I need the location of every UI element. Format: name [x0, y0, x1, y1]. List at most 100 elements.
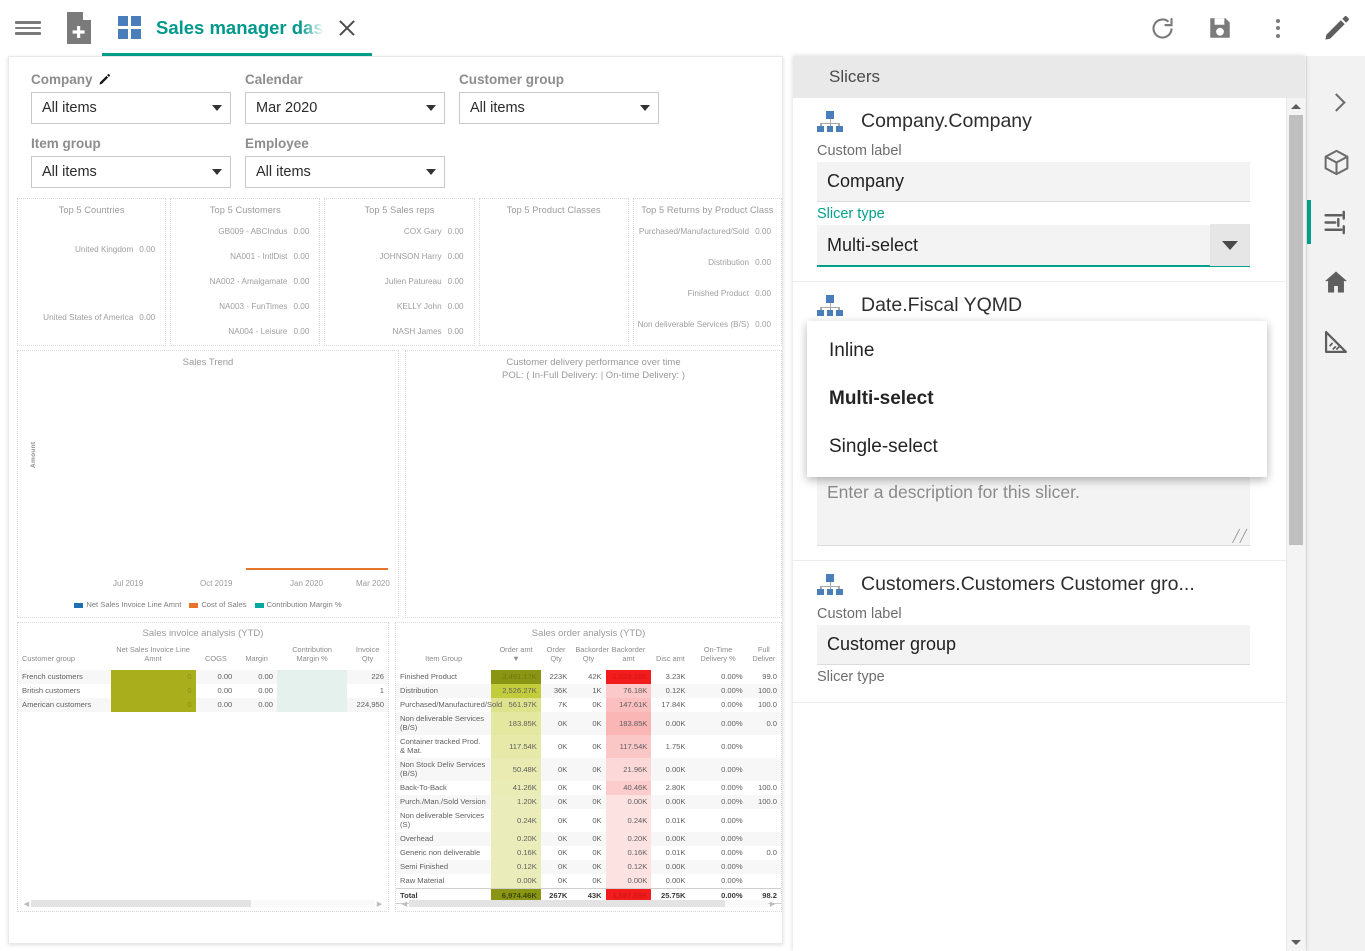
scroll-right-arrow[interactable]: ▶ [768, 900, 777, 908]
table-row[interactable]: American customers 0 0.00 0.00 224,950 [18, 698, 388, 712]
dropdown-option-multi-select[interactable]: Multi-select [807, 375, 1267, 423]
column-header[interactable]: Disc amt [651, 643, 689, 670]
scroll-track[interactable] [409, 900, 768, 907]
table-row[interactable]: Raw Material0.00K0K0K0.00K0.00K0.00% [396, 874, 781, 889]
scroll-down-arrow[interactable] [1287, 934, 1305, 951]
column-header[interactable]: Invoice Qty [347, 643, 388, 670]
table-row[interactable]: Container tracked Prod. & Mat.117.54K0K0… [396, 735, 781, 758]
column-header[interactable]: Item Group [396, 643, 491, 670]
table-sales-invoice-analysis[interactable]: Sales invoice analysis (YTD) Customer gr… [17, 622, 389, 912]
column-header[interactable]: Margin [236, 643, 277, 670]
rail-item-home[interactable] [1307, 252, 1365, 312]
rail-item-cube[interactable] [1307, 132, 1365, 192]
table-row[interactable]: Semi Finished0.12K0K0K0.12K0.00K0.00% [396, 860, 781, 874]
column-header[interactable]: Backorder Qty [571, 643, 605, 670]
scroll-left-arrow[interactable]: ◀ [22, 900, 31, 908]
widget-top-sales-reps[interactable]: Top 5 Sales reps COX Gary0.00 JOHNSON Ha… [324, 198, 474, 346]
filter-calendar-select[interactable]: Mar 2020 [245, 92, 445, 124]
table-row[interactable]: Non Stock Deliv Services (B/S)50.48K0K0K… [396, 758, 781, 781]
description-textarea[interactable]: Enter a description for this slicer. ╱╱ [817, 474, 1250, 546]
column-header[interactable]: Full Deliver [747, 643, 781, 670]
filter-company-select[interactable]: All items [31, 92, 231, 124]
horizontal-scrollbar[interactable]: ◀ ▶ [22, 899, 384, 908]
custom-label-input[interactable]: Company [817, 162, 1250, 202]
dropdown-toggle-button[interactable] [1210, 224, 1250, 266]
table-row[interactable]: British customers 0 0.00 0.00 1 [18, 684, 388, 698]
scroll-up-arrow[interactable] [1287, 98, 1305, 115]
pencil-icon[interactable] [98, 73, 111, 86]
table-sales-order-analysis[interactable]: Sales order analysis (YTD) Item Group Or… [395, 622, 782, 912]
rail-item-design[interactable] [1307, 312, 1365, 372]
filter-customer-group-select[interactable]: All items [459, 92, 659, 124]
chart-customer-delivery-performance[interactable]: Customer delivery performance over time … [405, 350, 782, 618]
column-header[interactable]: Net Sales Invoice Line Amnt [111, 643, 196, 670]
tab-close-icon[interactable] [336, 17, 358, 39]
expand-panel-button[interactable] [1307, 72, 1365, 132]
panel-vertical-scrollbar[interactable] [1286, 98, 1305, 951]
table-row[interactable]: Non deliverable Services (B/S)183.85K0K0… [396, 712, 781, 735]
filter-item-group: Item group All items [31, 135, 231, 188]
refresh-button[interactable] [1133, 0, 1191, 56]
table-row[interactable]: Finished Product3,491.17K223K42K1,029.28… [396, 670, 781, 684]
column-header[interactable]: On-Time Delivery % [689, 643, 746, 670]
slicer-company[interactable]: Company.Company Custom label Company Sli… [793, 98, 1286, 282]
widget-top-countries[interactable]: Top 5 Countries United Kingdom0.00 Unite… [17, 198, 166, 346]
scroll-track[interactable] [31, 900, 375, 907]
chevron-right-icon [1327, 93, 1345, 111]
column-header[interactable]: Contribution Margin % [277, 643, 347, 670]
widget-top-product-classes[interactable]: Top 5 Product Classes [479, 198, 629, 346]
slicer-type-dropdown-menu[interactable]: Inline Multi-select Single-select [807, 321, 1267, 477]
dashboard-tab[interactable]: Sales manager dashb [102, 0, 372, 56]
chart-sales-trend[interactable]: Sales Trend Amount Jul 2019 Oct 2019 Jan… [17, 350, 399, 618]
sliders-icon [1322, 208, 1351, 237]
dropdown-option-inline[interactable]: Inline [807, 327, 1267, 375]
toolbar-right-group [1133, 0, 1365, 56]
scroll-left-arrow[interactable]: ◀ [400, 900, 409, 908]
slicer-type-select[interactable]: Multi-select [817, 225, 1250, 267]
table-row[interactable]: Purchased/Manufactured/Sold561.97K7K0K14… [396, 698, 781, 712]
hamburger-menu-icon[interactable] [0, 0, 56, 56]
table-row[interactable]: Back-To-Back41.26K0K0K40.46K2.80K0.00%10… [396, 781, 781, 795]
custom-label-input[interactable]: Customer group [817, 625, 1250, 665]
widget-top-customers[interactable]: Top 5 Customers GB009 - ABCIndus0.00 NA0… [170, 198, 320, 346]
scroll-right-arrow[interactable]: ▶ [375, 900, 384, 908]
column-header[interactable]: COGS [196, 643, 237, 670]
scroll-thumb[interactable] [409, 900, 725, 907]
table-row[interactable]: Distribution2,526.27K36K1K76.18K0.12K0.0… [396, 684, 781, 698]
table-row[interactable]: Non deliverable Services (S)0.24K0K0K0.2… [396, 809, 781, 832]
filter-employee: Employee All items [245, 135, 445, 188]
widget-top-returns-by-product-class[interactable]: Top 5 Returns by Product Class Purchased… [633, 198, 782, 346]
table-row[interactable]: Purch./Man./Sold Version1.20K0K0K0.00K0.… [396, 795, 781, 809]
edit-button[interactable] [1307, 0, 1365, 56]
horizontal-scrollbar[interactable]: ◀ ▶ [400, 899, 777, 908]
column-header[interactable]: Order Qty [541, 643, 571, 670]
legend-item: Net Sales Invoice Line Amnt [74, 600, 181, 609]
chevron-down-icon [426, 169, 436, 175]
table-row[interactable]: French customers 0 0.00 0.00 226 [18, 670, 388, 684]
slicer-customer-group[interactable]: Customers.Customers Customer gro... Cust… [793, 561, 1286, 703]
scroll-track[interactable] [1289, 115, 1303, 934]
rail-item-slicers[interactable] [1307, 192, 1365, 252]
table-header-row: Customer group Net Sales Invoice Line Am… [18, 643, 388, 670]
scroll-thumb[interactable] [31, 900, 251, 907]
custom-label-value: Customer group [827, 634, 956, 655]
table-row[interactable]: Generic non deliverable0.16K0K0K0.16K0.0… [396, 846, 781, 860]
filter-employee-select[interactable]: All items [245, 156, 445, 188]
column-header[interactable]: Backorder amt [606, 643, 652, 670]
save-button[interactable] [1191, 0, 1249, 56]
filter-row-2: Item group All items Employee All items [31, 135, 782, 188]
widget-title: Top 5 Product Classes [480, 205, 628, 215]
resize-grip-icon[interactable]: ╱╱ [1233, 529, 1247, 543]
list-item: Distribution0.00 [708, 258, 781, 267]
legend-item: Contribution Margin % [255, 600, 342, 609]
filter-customer-group: Customer group All items [459, 71, 659, 124]
table-row[interactable]: Overhead0.20K0K0K0.20K0.00K0.00% [396, 832, 781, 846]
new-document-icon[interactable] [56, 0, 102, 56]
dropdown-option-single-select[interactable]: Single-select [807, 423, 1267, 471]
custom-label-field-label: Custom label [817, 606, 1250, 622]
scroll-thumb[interactable] [1289, 115, 1303, 545]
more-options-button[interactable] [1249, 0, 1307, 56]
filter-item-group-select[interactable]: All items [31, 156, 231, 188]
column-header[interactable]: Customer group [18, 643, 111, 670]
column-header-order-amt[interactable]: Order amt ▼ [491, 643, 541, 670]
